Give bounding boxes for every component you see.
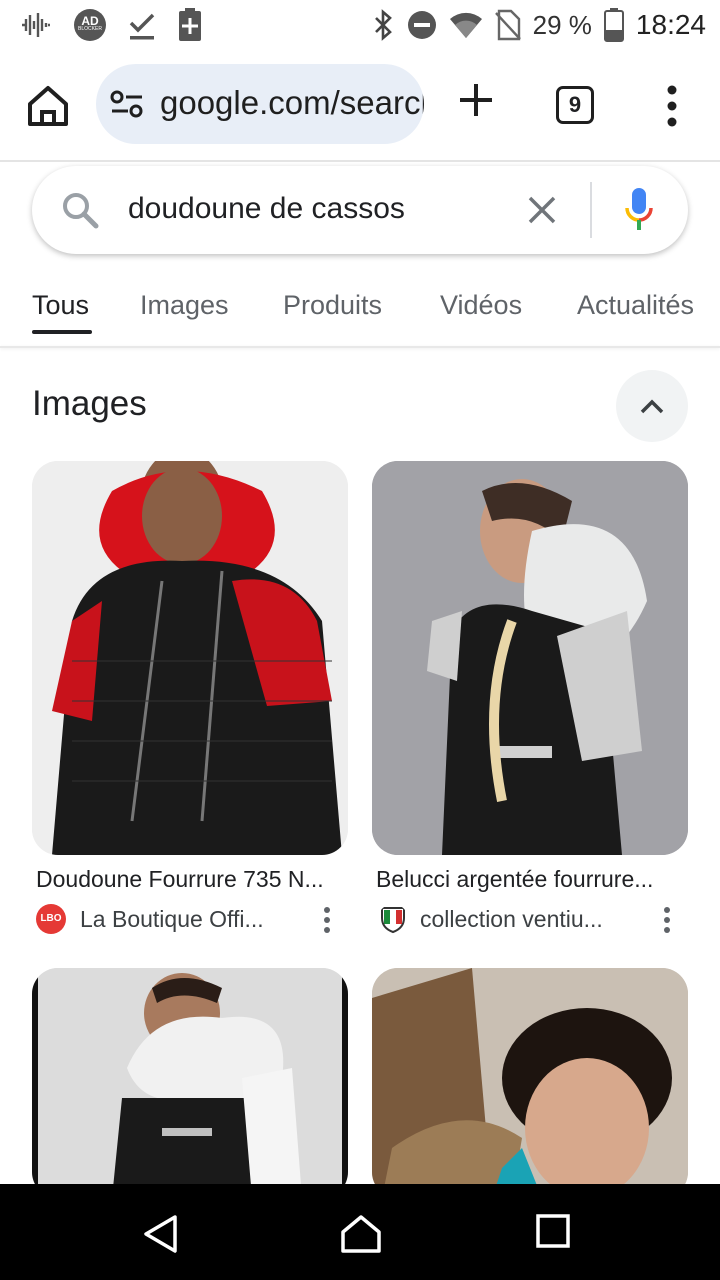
tab-images[interactable]: Images [140,290,229,321]
active-tab-indicator [32,330,92,334]
jacket-photo-white-fur [372,461,688,855]
microphone-icon[interactable] [624,186,654,232]
search-box[interactable]: doudoune de cassos [32,166,688,254]
tab-videos[interactable]: Vidéos [440,290,522,321]
result-source-2[interactable]: collection ventiu... [420,906,603,933]
result-source-1[interactable]: La Boutique Offi... [80,906,264,933]
tab-actualites[interactable]: Actualités [577,290,694,321]
result-image-3[interactable] [32,968,348,1198]
search-icon [63,193,99,229]
browser-toolbar: google.com/search 9 [0,58,720,158]
new-tab-icon[interactable] [456,80,496,120]
battery-percent: 29 % [532,9,592,40]
result-image-1[interactable] [32,461,348,855]
jacket-photo-white-hood [32,968,348,1198]
clear-icon[interactable] [526,194,558,226]
collapse-button[interactable] [616,370,688,442]
home-nav-icon[interactable] [340,1214,382,1254]
section-title: Images [32,384,147,423]
tab-tous[interactable]: Tous [32,290,89,321]
url-text: google.com/search [160,84,424,121]
search-tabs: Tous Images Produits Vidéos Actualités [0,270,720,348]
tab-switcher-button[interactable]: 9 [556,86,594,124]
no-sim-icon [494,9,521,41]
system-nav-bar [0,1184,720,1280]
search-divider [590,182,592,238]
tabs-divider [0,346,720,348]
recents-icon[interactable] [536,1214,570,1248]
source-logo-lbo: LBO [36,904,66,934]
result-title-2[interactable]: Belucci argentée fourrure... [376,866,686,893]
bluetooth-icon [374,9,392,41]
battery-saver-icon [179,8,201,41]
do-not-disturb-icon [407,11,436,39]
address-bar[interactable]: google.com/search [96,64,424,144]
status-bar: AD BLOCKER 29 % 18:24 [0,0,720,50]
home-icon[interactable] [24,82,72,130]
result-image-4[interactable] [372,968,688,1198]
chevron-up-icon [640,399,664,414]
tab-produits[interactable]: Produits [283,290,382,321]
back-icon[interactable] [142,1214,178,1254]
toolbar-divider [0,160,720,162]
battery-icon [603,8,624,42]
source-logo-shield-icon [381,907,405,934]
result-title-1[interactable]: Doudoune Fourrure 735 N... [36,866,346,893]
clock: 18:24 [635,9,706,40]
more-options-icon[interactable] [660,906,674,934]
more-menu-icon[interactable] [660,84,684,128]
site-settings-icon[interactable] [110,90,144,118]
ad-blocker-icon: AD BLOCKER [74,9,106,41]
wifi-icon [449,12,482,39]
download-done-icon [129,13,155,40]
person-photo-curly-hair [372,968,688,1198]
audio-wave-icon [22,13,50,37]
result-image-2[interactable] [372,461,688,855]
jacket-photo-red-fur [32,461,348,855]
more-options-icon[interactable] [320,906,334,934]
search-input[interactable]: doudoune de cassos [128,192,405,226]
